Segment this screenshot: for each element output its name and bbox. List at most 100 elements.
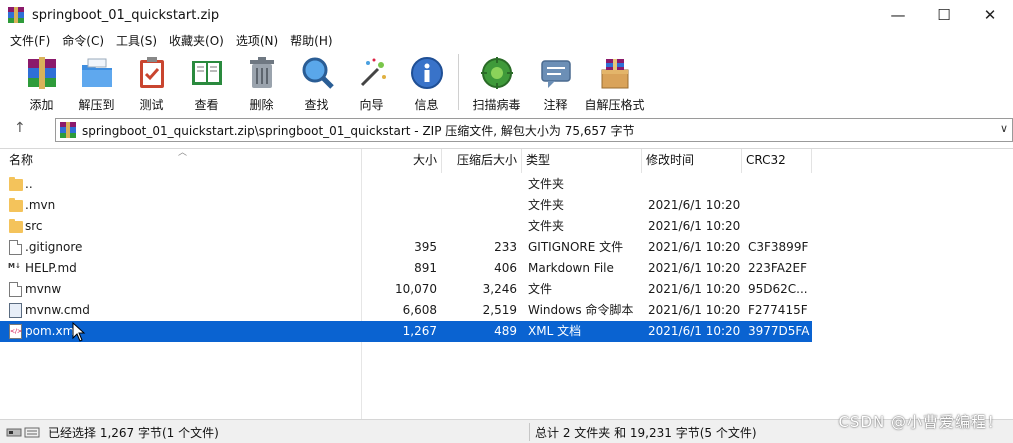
cell-name: mvnw <box>25 282 62 296</box>
sfx-button[interactable]: 自解压格式 <box>583 51 646 113</box>
table-row[interactable]: pom.xml1,267489XML 文档2021/6/1 10:203977D… <box>0 321 812 342</box>
cell-type: GITIGNORE 文件 <box>528 240 624 254</box>
cell-type: Markdown File <box>528 261 614 275</box>
cell-modified: 2021/6/1 10:20 <box>648 303 741 317</box>
rar-add-icon <box>27 57 56 89</box>
trash-icon <box>249 57 274 88</box>
table-row[interactable]: mvnw.cmd 6,608 2,519 Windows 命令脚本 2021/6/1 1… <box>0 300 812 321</box>
csdn-watermark: CSDN @小曹爱编程！ <box>838 413 1003 431</box>
column-crc32[interactable]: CRC32 <box>742 149 812 173</box>
extract-to-button[interactable]: 解压到 <box>69 51 124 113</box>
folder-extract-icon <box>81 58 112 87</box>
file-icon <box>8 261 22 276</box>
cell-packed-size: 406 <box>494 261 517 275</box>
title-bar: springboot_01_quickstart.zip — ☐ ✕ <box>0 0 1013 30</box>
comment-icon <box>540 60 571 88</box>
column-name[interactable]: 名称 <box>0 149 362 173</box>
table-row[interactable]: src 文件夹 2021/6/1 10:20 <box>0 216 812 237</box>
table-row[interactable]: mvnw 10,070 3,246 文件 2021/6/1 10:20 95D62C... <box>0 279 812 300</box>
table-row[interactable]: .gitignore 395 233 GITIGNORE 文件 2021/6/1 10:… <box>0 237 812 258</box>
mouse-cursor-icon <box>72 322 86 342</box>
cell-modified <box>648 174 742 195</box>
cell-crc32 <box>748 174 812 195</box>
minimize-button[interactable]: — <box>875 0 921 30</box>
cell-crc32 <box>748 195 812 216</box>
cell-crc32: 223FA2EF <box>748 261 808 275</box>
cell-name: .gitignore <box>25 240 83 254</box>
table-row[interactable]: .mvn 文件夹 2021/6/1 10:20 <box>0 195 812 216</box>
status-divider <box>529 423 530 441</box>
column-packed-size[interactable]: 压缩后大小 <box>442 149 522 173</box>
address-bar[interactable]: springboot_01_quickstart.zip\springboot_… <box>55 118 1013 142</box>
total-status: 总计 2 文件夹 和 19,231 字节(5 个文件) <box>535 426 757 440</box>
cell-type: XML 文档 <box>528 324 582 338</box>
file-icon <box>9 282 22 297</box>
column-size[interactable]: 大小 <box>362 149 442 173</box>
cell-crc32: C3F3899F <box>748 240 809 254</box>
toolbar-separator <box>458 54 459 110</box>
info-icon <box>410 57 443 89</box>
magnifier-icon <box>302 57 334 89</box>
menu-tools[interactable]: 工具(S) <box>110 32 163 49</box>
virus-scan-button[interactable]: 扫描病毒 <box>465 51 528 113</box>
table-row[interactable]: HELP.md 891 406 Markdown File 2021/6/1 10:20… <box>0 258 812 279</box>
menu-help[interactable]: 帮助(H) <box>284 32 338 49</box>
find-button[interactable]: 查找 <box>289 51 344 113</box>
cell-packed-size: 2,519 <box>482 303 517 317</box>
cell-modified: 2021/6/1 10:20 <box>648 324 741 338</box>
address-path: springboot_01_quickstart.zip\springboot_… <box>82 123 635 138</box>
winrar-app-icon <box>8 7 24 23</box>
cell-size: 6,608 <box>402 303 437 317</box>
folder-icon <box>9 198 23 212</box>
cell-modified: 2021/6/1 10:20 <box>648 240 741 254</box>
cell-size: 891 <box>414 261 437 275</box>
folder-icon <box>9 177 23 191</box>
cell-size: 1,267 <box>402 324 437 338</box>
sfx-box-icon <box>601 59 628 89</box>
menu-command[interactable]: 命令(C) <box>56 32 110 49</box>
cell-packed-size <box>442 195 517 216</box>
info-button[interactable]: 信息 <box>399 51 454 113</box>
window-controls: — ☐ ✕ <box>875 0 1013 30</box>
cell-name: src <box>25 219 43 233</box>
cell-packed-size: 489 <box>494 324 517 338</box>
add-button[interactable]: 添加 <box>14 51 69 113</box>
wizard-button[interactable]: 向导 <box>344 51 399 113</box>
column-modified[interactable]: 修改时间 <box>642 149 742 173</box>
column-header: ︿ 名称 大小 压缩后大小 类型 修改时间 CRC32 <box>0 148 1013 173</box>
file-list[interactable]: ︿ 名称 大小 压缩后大小 类型 修改时间 CRC32 .. 文件夹 .mvn 文件夹… <box>0 148 1013 419</box>
file-icon <box>9 240 22 255</box>
window-title: springboot_01_quickstart.zip <box>32 7 220 23</box>
up-arrow-icon[interactable]: ↑ <box>14 120 26 136</box>
menu-favorites[interactable]: 收藏夹(O) <box>163 32 230 49</box>
view-button[interactable]: 查看 <box>179 51 234 113</box>
clipboard-test-icon <box>139 57 164 88</box>
folder-icon <box>9 219 23 233</box>
drive-status-icon <box>6 427 40 438</box>
cell-modified: 2021/6/1 10:20 <box>648 219 741 233</box>
menu-bar: 文件(F) 命令(C) 工具(S) 收藏夹(O) 选项(N) 帮助(H) <box>0 30 1013 50</box>
column-type[interactable]: 类型 <box>522 149 642 173</box>
maximize-button[interactable]: ☐ <box>921 0 967 30</box>
wand-icon <box>360 58 386 87</box>
cell-size: 10,070 <box>395 282 437 296</box>
comment-button[interactable]: 注释 <box>528 51 583 113</box>
chevron-down-icon[interactable]: ∨ <box>1000 122 1008 135</box>
cell-size: 395 <box>414 240 437 254</box>
close-button[interactable]: ✕ <box>967 0 1013 30</box>
menu-file[interactable]: 文件(F) <box>4 32 56 49</box>
file-icon <box>9 324 22 339</box>
cell-type: Windows 命令脚本 <box>528 303 634 317</box>
cell-name: .. <box>25 177 33 191</box>
test-button[interactable]: 测试 <box>124 51 179 113</box>
toolbar: 添加 解压到 测试 查看 删除 查找 向导 信息 扫描病毒 注释 自解压格式 <box>0 51 1013 115</box>
cell-modified: 2021/6/1 10:20 <box>648 261 741 275</box>
menu-options[interactable]: 选项(N) <box>230 32 284 49</box>
cell-type: 文件夹 <box>528 198 565 212</box>
table-row[interactable]: .. 文件夹 <box>0 174 812 195</box>
selection-status: 已经选择 1,267 字节(1 个文件) <box>48 426 219 440</box>
cell-packed-size: 3,246 <box>482 282 517 296</box>
delete-button[interactable]: 删除 <box>234 51 289 113</box>
cell-name: .mvn <box>25 198 56 212</box>
cell-packed-size <box>442 216 517 237</box>
